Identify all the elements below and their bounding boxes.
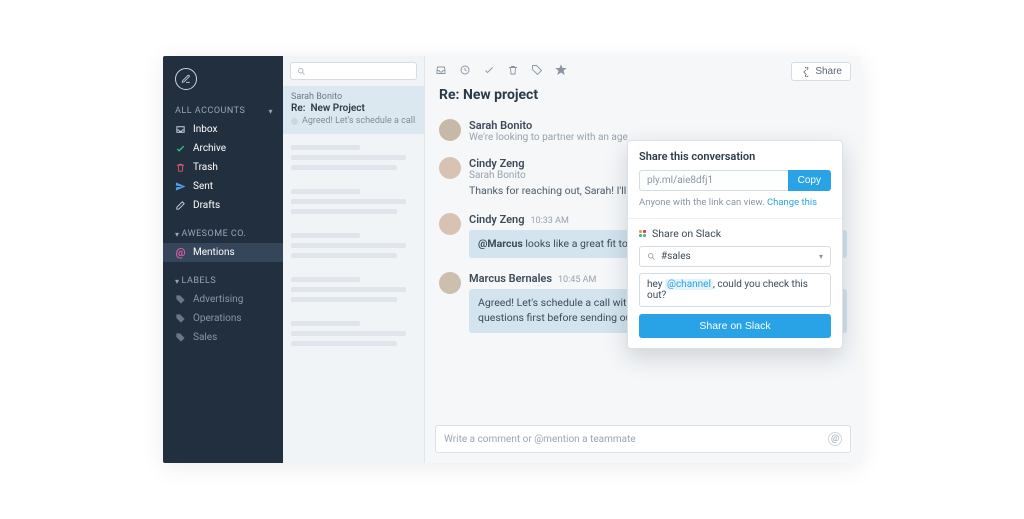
sidebar-item-label: Sales	[193, 332, 217, 343]
mention-icon[interactable]: @	[828, 432, 842, 446]
inbox-icon	[175, 124, 186, 135]
slack-section-header: Share on Slack	[639, 227, 831, 240]
sidebar-section-labels[interactable]: ▾ LABELS	[163, 270, 283, 290]
share-on-slack-button[interactable]: Share on Slack	[639, 314, 831, 338]
copy-button[interactable]: Copy	[788, 170, 831, 191]
card-from: Sarah Bonito	[291, 92, 416, 102]
sidebar-item-archive[interactable]: Archive	[163, 139, 283, 158]
sidebar-item-label: Operations	[193, 313, 242, 324]
search-input[interactable]	[290, 62, 417, 80]
message-time: 10:33 AM	[530, 216, 568, 226]
tag-icon	[175, 313, 186, 324]
send-icon	[175, 181, 186, 192]
check-icon	[175, 143, 186, 154]
conversation-card-placeholder	[283, 134, 424, 178]
at-icon: @	[175, 247, 186, 258]
sidebar-item-label: Trash	[193, 162, 218, 173]
conversation-card-placeholder	[283, 310, 424, 354]
avatar	[439, 213, 461, 235]
share-permission-note: Anyone with the link can view. Change th…	[628, 197, 842, 218]
thread-title: Re: New project	[425, 87, 861, 109]
star-icon[interactable]	[555, 64, 567, 80]
chevron-down-icon: ▾	[175, 277, 180, 286]
sidebar-item-label: Mentions	[193, 247, 235, 258]
pencil-icon	[175, 200, 186, 211]
chevron-down-icon: ▾	[819, 252, 823, 261]
tag-icon	[175, 332, 186, 343]
trash-icon	[175, 162, 186, 173]
app-window: ALL ACCOUNTS ▾ Inbox Archive Trash Sent …	[163, 56, 861, 463]
sidebar-item-label: Inbox	[193, 124, 217, 135]
comment-composer[interactable]: Write a comment or @mention a teammate @	[435, 425, 851, 453]
conversation-card-placeholder	[283, 222, 424, 266]
card-preview: Agreed! Let's schedule a call…	[291, 116, 416, 126]
section-label: AWESOME CO.	[182, 229, 273, 239]
sidebar-item-sales[interactable]: Sales	[163, 328, 283, 347]
share-button[interactable]: Share	[791, 62, 851, 81]
card-subject: Re: New Project	[291, 103, 416, 114]
sidebar-section-awesome-co[interactable]: ▾ AWESOME CO.	[163, 223, 283, 243]
slack-channel-select[interactable]: #sales ▾	[639, 246, 831, 267]
sidebar-item-inbox[interactable]: Inbox	[163, 120, 283, 139]
sidebar-item-operations[interactable]: Operations	[163, 309, 283, 328]
sidebar-item-label: Sent	[193, 181, 213, 192]
slack-mention: @channel	[665, 279, 713, 290]
slack-channel-value: #sales	[661, 251, 691, 262]
conversation-card-placeholder	[283, 266, 424, 310]
sidebar-item-trash[interactable]: Trash	[163, 158, 283, 177]
composer-placeholder: Write a comment or @mention a teammate	[444, 434, 636, 445]
sidebar-item-drafts[interactable]: Drafts	[163, 196, 283, 215]
tag-icon[interactable]	[531, 64, 543, 80]
app-logo	[175, 68, 197, 90]
section-label: ALL ACCOUNTS	[175, 106, 245, 116]
sidebar-item-label: Advertising	[193, 294, 243, 305]
conversation-card-placeholder	[283, 178, 424, 222]
share-popover-title: Share this conversation	[628, 141, 842, 170]
chevron-down-icon: ▾	[175, 230, 180, 239]
sidebar: ALL ACCOUNTS ▾ Inbox Archive Trash Sent …	[163, 56, 283, 463]
tag-icon	[175, 294, 186, 305]
chevron-down-icon: ▾	[268, 107, 273, 116]
check-icon[interactable]	[483, 64, 495, 80]
trash-icon[interactable]	[507, 64, 519, 80]
clock-icon[interactable]	[459, 64, 471, 80]
sidebar-item-mentions[interactable]: @ Mentions	[163, 243, 283, 262]
sidebar-section-all-accounts[interactable]: ALL ACCOUNTS ▾	[163, 100, 283, 120]
message-from: Marcus Bernales	[469, 272, 552, 285]
sidebar-item-advertising[interactable]: Advertising	[163, 290, 283, 309]
conversation-card[interactable]: Sarah Bonito Re: New Project Agreed! Let…	[283, 86, 424, 134]
change-permission-link[interactable]: Change this	[767, 197, 817, 208]
toolbar: Share	[425, 56, 861, 87]
avatar	[439, 272, 461, 294]
sidebar-item-label: Archive	[193, 143, 226, 154]
message-from: Cindy Zeng	[469, 157, 524, 170]
slack-message-input[interactable]: hey @channel, could you check this out?	[639, 273, 831, 307]
message-from: Sarah Bonito	[469, 119, 532, 132]
message-time: 10:45 AM	[558, 275, 596, 285]
conversation-list: Sarah Bonito Re: New Project Agreed! Let…	[283, 56, 425, 463]
share-popover: Share this conversation ply.ml/aie8dfj1 …	[627, 140, 843, 349]
section-label: LABELS	[182, 276, 273, 286]
share-url-field[interactable]: ply.ml/aie8dfj1	[639, 170, 788, 191]
message-from: Cindy Zeng	[469, 213, 524, 226]
slack-icon	[639, 230, 646, 237]
avatar	[439, 119, 461, 141]
inbox-open-icon[interactable]	[435, 64, 447, 80]
avatar-dot-icon	[291, 118, 298, 125]
share-label: Share	[815, 66, 842, 77]
sidebar-item-label: Drafts	[193, 200, 220, 211]
sidebar-item-sent[interactable]: Sent	[163, 177, 283, 196]
avatar	[439, 157, 461, 179]
